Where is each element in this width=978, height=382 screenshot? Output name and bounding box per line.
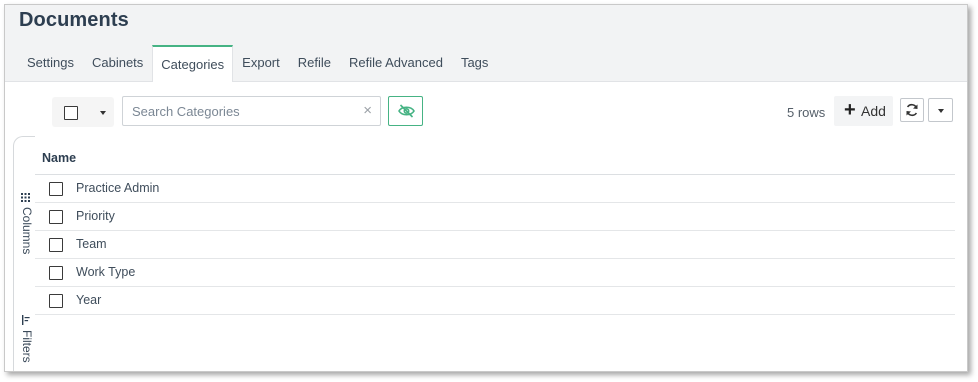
add-button-label: Add: [861, 103, 886, 119]
add-button[interactable]: + Add: [834, 96, 893, 126]
row-name: Work Type: [76, 265, 136, 279]
table-row[interactable]: Team: [35, 231, 955, 259]
search-input[interactable]: [123, 97, 362, 125]
tab-export[interactable]: Export: [233, 45, 289, 81]
tab-settings[interactable]: Settings: [18, 45, 83, 81]
table-row[interactable]: Year: [35, 287, 955, 315]
search-box: ×: [122, 96, 381, 126]
columns-panel-toggle[interactable]: Columns: [20, 207, 34, 254]
refresh-icon: [906, 103, 918, 117]
tab-categories[interactable]: Categories: [152, 45, 234, 82]
tab-tags[interactable]: Tags: [452, 45, 497, 81]
row-name: Year: [76, 293, 102, 307]
row-name: Priority: [76, 209, 115, 223]
table-row[interactable]: Work Type: [35, 259, 955, 287]
app-window: Documents Settings Cabinets Categories E…: [4, 4, 968, 372]
page-title: Documents: [19, 9, 129, 31]
tab-cabinets[interactable]: Cabinets: [83, 45, 152, 81]
table-row[interactable]: Practice Admin: [35, 175, 955, 203]
row-checkbox[interactable]: [49, 210, 63, 224]
tab-refile[interactable]: Refile: [289, 45, 340, 81]
column-header-name[interactable]: Name: [35, 142, 955, 175]
caret-down-icon: [938, 109, 944, 113]
tab-bar: Settings Cabinets Categories Export Refi…: [18, 45, 497, 82]
filters-panel-toggle[interactable]: Filters: [20, 330, 34, 363]
row-checkbox[interactable]: [49, 266, 63, 280]
caret-down-icon[interactable]: [100, 111, 106, 115]
plus-icon: +: [844, 99, 856, 121]
row-count: 5 rows: [787, 105, 826, 120]
select-all-checkbox[interactable]: [64, 106, 78, 120]
tab-refile-advanced[interactable]: Refile Advanced: [340, 45, 452, 81]
row-name: Practice Admin: [76, 181, 160, 195]
row-checkbox[interactable]: [49, 182, 63, 196]
side-panel: Columns Filters: [13, 136, 35, 371]
columns-grid-icon[interactable]: [21, 193, 30, 202]
clear-search-icon[interactable]: ×: [363, 102, 372, 119]
row-checkbox[interactable]: [49, 294, 63, 308]
filter-icon[interactable]: [22, 315, 30, 325]
refresh-button[interactable]: [900, 98, 924, 122]
page-header: Documents Settings Cabinets Categories E…: [5, 5, 967, 82]
table-row[interactable]: Priority: [35, 203, 955, 231]
row-name: Team: [76, 237, 107, 251]
eye-off-icon: [398, 104, 415, 118]
row-checkbox[interactable]: [49, 238, 63, 252]
select-all-dropdown[interactable]: [52, 97, 114, 127]
categories-table: Name Practice Admin Priority Team Work T…: [35, 142, 955, 315]
toggle-hidden-button[interactable]: [388, 96, 423, 126]
more-options-button[interactable]: [928, 98, 953, 122]
